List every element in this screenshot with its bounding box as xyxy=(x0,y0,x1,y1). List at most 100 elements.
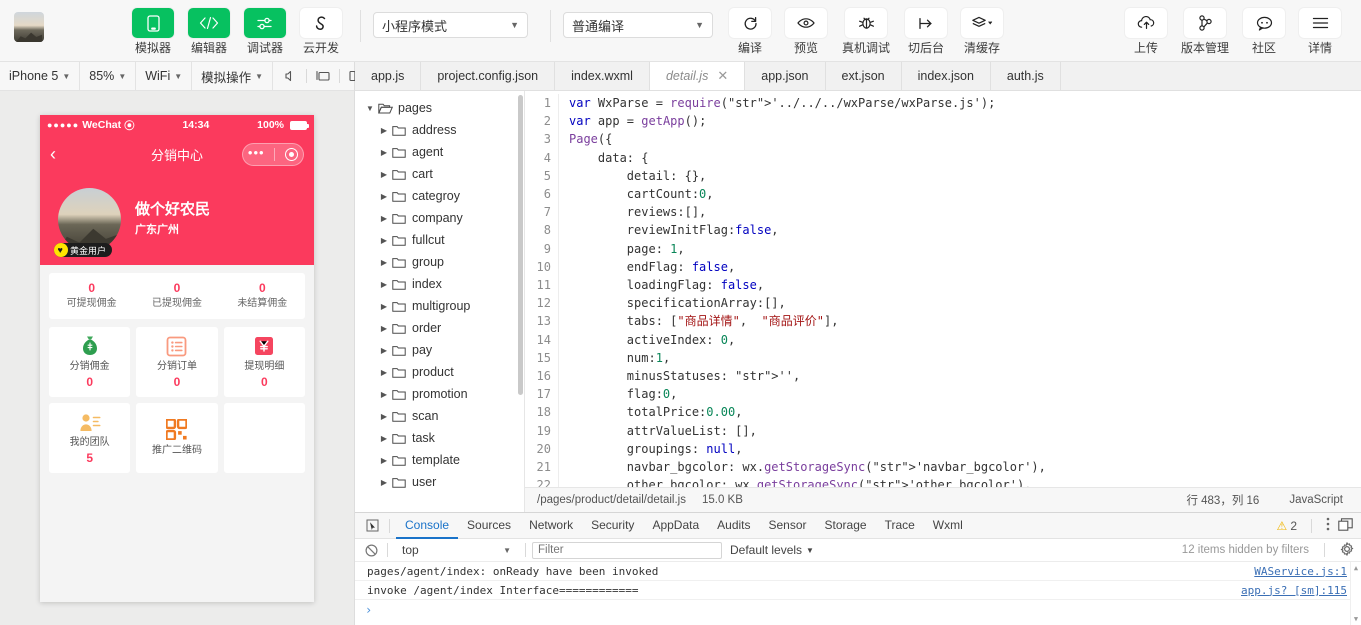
tab-app-js[interactable]: app.js xyxy=(355,62,422,90)
tree-node-multigroup[interactable]: ▶ multigroup xyxy=(355,295,524,317)
tree-node-product[interactable]: ▶ product xyxy=(355,361,524,383)
code-content[interactable]: var WxParse = require("str">'../../../wx… xyxy=(559,94,1361,487)
toolbar-item-editor[interactable]: 编辑器 xyxy=(182,8,236,55)
chevron-right-icon[interactable]: ▶ xyxy=(377,192,391,201)
dock-panel-icon[interactable] xyxy=(1338,517,1353,534)
tree-node-agent[interactable]: ▶ agent xyxy=(355,141,524,163)
toolbar-item-debugger[interactable]: 调试器 xyxy=(238,8,292,55)
tree-node-template[interactable]: ▶ template xyxy=(355,449,524,471)
tree-node-pages[interactable]: ▼ pages xyxy=(355,97,524,119)
chevron-right-icon[interactable]: ▶ xyxy=(377,412,391,421)
console-context-select[interactable]: top ▼ xyxy=(394,543,519,557)
screen-icon[interactable] xyxy=(314,67,332,85)
tree-node-pay[interactable]: ▶ pay xyxy=(355,339,524,361)
tab-auth-js[interactable]: auth.js xyxy=(990,62,1061,90)
log-source-link[interactable]: app.js? [sm]:115 xyxy=(1241,584,1347,597)
chevron-right-icon[interactable]: ▶ xyxy=(377,258,391,267)
kebab-menu-icon[interactable] xyxy=(1326,517,1330,534)
stat-cell[interactable]: 0 未结算佣金 xyxy=(220,273,305,319)
language-mode[interactable]: JavaScript xyxy=(1289,494,1343,506)
console-tab-console[interactable]: Console xyxy=(396,513,459,539)
console-tab-network[interactable]: Network xyxy=(520,513,582,539)
toolbar-item-remote-debug[interactable]: 真机调试 xyxy=(835,8,897,55)
grid-item-orders[interactable]: 分销订单 0 xyxy=(136,327,218,397)
tab-ext-json[interactable]: ext.json xyxy=(825,62,902,90)
console-tab-sources[interactable]: Sources xyxy=(458,513,520,539)
tab-index-wxml[interactable]: index.wxml xyxy=(555,62,650,90)
tree-node-promotion[interactable]: ▶ promotion xyxy=(355,383,524,405)
console-tab-wxml[interactable]: Wxml xyxy=(924,513,972,539)
tree-node-group[interactable]: ▶ group xyxy=(355,251,524,273)
close-icon[interactable]: ✕ xyxy=(717,68,728,84)
console-tab-audits[interactable]: Audits xyxy=(708,513,759,539)
toolbar-item-simulator[interactable]: 模拟器 xyxy=(126,8,180,55)
tab-app-json[interactable]: app.json xyxy=(745,62,826,90)
console-tab-trace[interactable]: Trace xyxy=(876,513,924,539)
chevron-right-icon[interactable]: ▶ xyxy=(377,390,391,399)
console-tab-sensor[interactable]: Sensor xyxy=(760,513,816,539)
tree-node-categroy[interactable]: ▶ categroy xyxy=(355,185,524,207)
tree-node-scan[interactable]: ▶ scan xyxy=(355,405,524,427)
tree-node-order[interactable]: ▶ order xyxy=(355,317,524,339)
toolbar-item-preview[interactable]: 预览 xyxy=(779,8,833,55)
toolbar-item-clear-cache[interactable]: 清缓存 xyxy=(955,8,1009,55)
warning-badge[interactable]: ⚠ 2 xyxy=(1277,519,1297,533)
tab-detail-js[interactable]: detail.js ✕ xyxy=(649,62,746,90)
console-filter-input[interactable] xyxy=(532,541,722,559)
device-select[interactable]: iPhone 5 ▼ xyxy=(0,61,81,91)
tree-node-task[interactable]: ▶ task xyxy=(355,427,524,449)
operation-select[interactable]: 模拟操作 ▼ xyxy=(192,61,274,91)
chevron-right-icon[interactable]: ▶ xyxy=(377,346,391,355)
tree-node-address[interactable]: ▶ address xyxy=(355,119,524,141)
console-log-line[interactable]: pages/agent/index: onReady have been inv… xyxy=(355,562,1361,581)
chevron-right-icon[interactable]: ▶ xyxy=(377,148,391,157)
stat-cell[interactable]: 0 已提现佣金 xyxy=(134,273,219,319)
log-source-link[interactable]: WAService.js:1 xyxy=(1254,565,1347,578)
chevron-right-icon[interactable]: ▶ xyxy=(377,478,391,487)
compile-mode-select[interactable]: 普通编译 ▼ xyxy=(563,12,713,38)
tree-node-user[interactable]: ▶ user xyxy=(355,471,524,493)
chevron-right-icon[interactable]: ▶ xyxy=(377,324,391,333)
chevron-right-icon[interactable]: ▶ xyxy=(377,214,391,223)
console-prompt[interactable]: › xyxy=(355,600,1361,619)
chevron-right-icon[interactable]: ▶ xyxy=(377,236,391,245)
tree-node-cart[interactable]: ▶ cart xyxy=(355,163,524,185)
console-log-line[interactable]: invoke /agent/index Interface===========… xyxy=(355,581,1361,600)
project-mode-select[interactable]: 小程序模式 ▼ xyxy=(373,12,528,38)
toolbar-item-compile[interactable]: 编译 xyxy=(723,8,777,55)
chevron-right-icon[interactable]: ▶ xyxy=(377,302,391,311)
console-tab-security[interactable]: Security xyxy=(582,513,643,539)
chevron-right-icon[interactable]: ▶ xyxy=(377,368,391,377)
grid-item-commission[interactable]: 分销佣金 0 xyxy=(49,327,131,397)
gear-icon[interactable] xyxy=(1340,541,1354,559)
toolbar-item-background[interactable]: 切后台 xyxy=(899,8,953,55)
tab-index-json[interactable]: index.json xyxy=(901,62,991,90)
user-avatar[interactable] xyxy=(14,12,44,42)
toolbar-item-upload[interactable]: 上传 xyxy=(1119,8,1173,55)
back-icon[interactable]: ‹ xyxy=(50,145,68,163)
network-select[interactable]: WiFi ▼ xyxy=(136,61,193,91)
phone-preview[interactable]: ●●●●● WeChat ⦿ 14:34 100% ‹ 分销中心 ••• 做个好… xyxy=(40,115,314,602)
stat-cell[interactable]: 0 可提现佣金 xyxy=(49,273,134,319)
clear-console-icon[interactable] xyxy=(361,543,381,557)
tree-node-fullcut[interactable]: ▶ fullcut xyxy=(355,229,524,251)
inspect-cursor-icon[interactable] xyxy=(361,519,383,532)
chevron-right-icon[interactable]: ▶ xyxy=(377,170,391,179)
grid-item-team[interactable]: 我的团队 5 xyxy=(49,403,131,473)
toolbar-item-details[interactable]: 详情 xyxy=(1293,8,1347,55)
toolbar-item-community[interactable]: 社区 xyxy=(1237,8,1291,55)
volume-icon[interactable] xyxy=(281,67,299,85)
tree-node-company[interactable]: ▶ company xyxy=(355,207,524,229)
chevron-right-icon[interactable]: ▶ xyxy=(377,126,391,135)
toolbar-item-version[interactable]: 版本管理 xyxy=(1175,8,1235,55)
console-tab-storage[interactable]: Storage xyxy=(816,513,876,539)
tab-project-config[interactable]: project.config.json xyxy=(421,62,556,90)
grid-item-qrcode[interactable]: 推广二维码 xyxy=(136,403,218,473)
console-tab-appdata[interactable]: AppData xyxy=(643,513,708,539)
tree-node-index[interactable]: ▶ index xyxy=(355,273,524,295)
console-levels-select[interactable]: Default levels ▼ xyxy=(730,543,814,557)
file-tree-scrollbar[interactable] xyxy=(518,95,523,395)
console-scrollbar[interactable]: ▲ ▼ xyxy=(1350,562,1361,625)
chevron-right-icon[interactable]: ▶ xyxy=(377,280,391,289)
zoom-select[interactable]: 85% ▼ xyxy=(80,61,137,91)
